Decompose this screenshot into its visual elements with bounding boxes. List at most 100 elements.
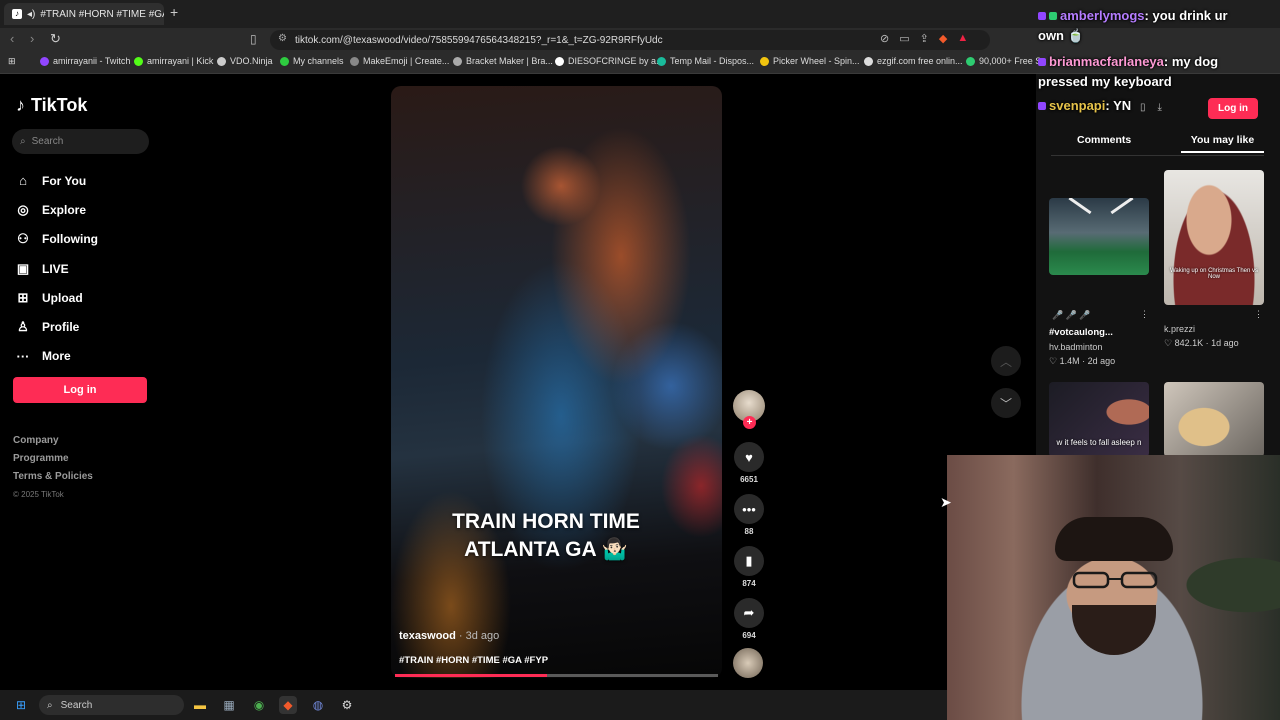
like-count: 6651: [740, 475, 758, 484]
share-icon[interactable]: ⇪: [920, 32, 929, 45]
sidebar-item-for-you[interactable]: ⌂ For You: [16, 166, 98, 195]
windows-start-icon[interactable]: ⊞: [12, 696, 30, 714]
video-hashtags[interactable]: #TRAIN #HORN #TIME #GA #FYP: [399, 655, 548, 666]
card-more-icon[interactable]: ⋮: [1140, 309, 1149, 320]
search-input[interactable]: ⌕ Search: [12, 129, 149, 154]
bookmark-item[interactable]: 90,000+ Free So: [966, 56, 1046, 66]
bookmark-item[interactable]: My channels: [280, 56, 344, 66]
cast-icon[interactable]: ▭: [899, 32, 909, 45]
upload-icon: ⊞: [17, 289, 29, 305]
creator-avatar[interactable]: +: [733, 390, 765, 429]
footer-link-company[interactable]: Company: [13, 432, 93, 450]
header-login-button[interactable]: Log in: [1208, 98, 1258, 119]
browser-tab[interactable]: ♪ ◂) #TRAIN #HORN #TIME #GA ✕: [4, 3, 164, 25]
chat-message: pressed my keyboard: [1038, 72, 1172, 92]
brave-icon[interactable]: ◆: [279, 696, 297, 714]
video-author[interactable]: texaswood · 3d ago: [399, 630, 499, 642]
previous-video-button[interactable]: ︿: [991, 346, 1021, 376]
bookmark-item[interactable]: DIESOFCRINGE by a...: [555, 56, 664, 66]
bookmark-item[interactable]: VDO.Ninja: [217, 56, 273, 66]
bookmark-item[interactable]: amirrayanii - Twitch: [40, 56, 130, 66]
footer-copyright: © 2025 TikTok: [13, 490, 64, 499]
taskbar-search-label: Search: [60, 699, 93, 711]
screen: ♪ ◂) #TRAIN #HORN #TIME #GA ✕ + ‹ › ↻ ▯ …: [0, 0, 1280, 720]
card-author[interactable]: k.prezzi: [1164, 324, 1195, 334]
sidebar-item-upload[interactable]: ⊞ Upload: [16, 283, 98, 312]
profile-icon: ♙: [17, 319, 29, 335]
forward-icon[interactable]: ›: [30, 31, 34, 46]
bookmark-item[interactable]: Picker Wheel - Spin...: [760, 56, 860, 66]
sidebar-item-explore[interactable]: ◎ Explore: [16, 195, 98, 224]
tiktok-logo[interactable]: ♪ TikTok: [16, 95, 87, 116]
apps-grid-icon[interactable]: ⊞: [8, 56, 16, 67]
reload-icon[interactable]: ↻: [50, 31, 61, 47]
new-tab-icon[interactable]: +: [170, 4, 178, 20]
comment-action[interactable]: ••• 88: [733, 494, 765, 536]
recommended-thumbnail[interactable]: [1049, 198, 1149, 275]
discord-icon[interactable]: ◍: [309, 696, 327, 714]
video-player[interactable]: TRAIN HORN TIME ATLANTA GA 🤷🏻‍♂️ texaswo…: [391, 86, 722, 678]
person-follow-icon: ⚇: [17, 231, 29, 247]
footer-link-terms[interactable]: Terms & Policies: [13, 468, 93, 486]
next-video-button[interactable]: ﹀: [991, 388, 1021, 418]
like-action[interactable]: ♥ 6651: [733, 442, 765, 484]
card-author[interactable]: hv.badminton: [1049, 342, 1102, 352]
site-info-icon[interactable]: ⚙: [278, 33, 287, 44]
bookmark-favicon-icon: [760, 56, 769, 66]
no-tracking-icon[interactable]: ⊘: [880, 32, 889, 45]
search-icon: ⌕: [20, 136, 26, 147]
tab-comments[interactable]: Comments: [1077, 134, 1131, 146]
recommended-thumbnail[interactable]: Waking up on Christmas Then vs Now: [1164, 170, 1264, 305]
chrome-icon[interactable]: ◉: [250, 696, 268, 714]
settings-app-icon[interactable]: ⚙: [338, 696, 356, 714]
bookmark-item[interactable]: MakeEmoji | Create...: [350, 56, 449, 66]
webcam-glasses: [1072, 571, 1158, 589]
bookmark-icon[interactable]: ▮: [734, 546, 764, 576]
share-action[interactable]: ➦ 694: [733, 598, 765, 640]
follow-plus-icon[interactable]: +: [743, 416, 756, 429]
bookmark-item[interactable]: ezgif.com free onlin...: [864, 56, 963, 66]
bookmark-label: amirrayani | Kick: [147, 56, 214, 66]
recommended-thumbnail[interactable]: [1164, 382, 1264, 457]
card-more-icon[interactable]: ⋮: [1254, 309, 1263, 320]
sidebar-item-label: LIVE: [42, 261, 69, 276]
bookmark-favicon-icon: [134, 56, 143, 66]
bookmark-item[interactable]: Bracket Maker | Bra...: [453, 56, 553, 66]
share-arrow-icon[interactable]: ➦: [734, 598, 764, 628]
brave-shield-icon[interactable]: ◆: [939, 32, 947, 45]
sidebar-item-following[interactable]: ⚇ Following: [16, 225, 98, 254]
bookmark-item[interactable]: amirrayani | Kick: [134, 56, 213, 66]
download-icon[interactable]: ⤓: [1158, 102, 1162, 113]
tab-title: #TRAIN #HORN #TIME #GA: [40, 8, 164, 20]
login-button[interactable]: Log in: [13, 377, 147, 403]
brave-rewards-icon[interactable]: ▲: [957, 32, 968, 45]
more-icon: ···: [16, 348, 30, 364]
sidebar-nav: ⌂ For You ◎ Explore ⚇ Following ▣ LIVE ⊞ Uplo…: [16, 166, 99, 371]
calculator-icon[interactable]: ▦: [220, 696, 238, 714]
bookmark-item[interactable]: Temp Mail - Dispos...: [657, 56, 754, 66]
tab-audio-icon[interactable]: ◂): [27, 9, 35, 20]
phone-icon[interactable]: ▯: [1140, 102, 1146, 113]
tab-you-may-like[interactable]: You may like: [1181, 134, 1264, 153]
recommended-thumbnail[interactable]: w it feels to fall asleep n: [1049, 382, 1149, 457]
sidebar-item-live[interactable]: ▣ LIVE: [16, 254, 98, 283]
bookmark-label: 90,000+ Free So: [979, 56, 1047, 66]
sidebar-item-label: Explore: [42, 202, 87, 217]
chat-text: : you drink ur: [1144, 8, 1228, 23]
file-explorer-icon[interactable]: ▬: [191, 696, 209, 714]
bookmark-favicon-icon: [555, 56, 564, 66]
sidebar-item-profile[interactable]: ♙ Profile: [16, 312, 98, 341]
video-progress-bar[interactable]: [395, 674, 718, 677]
taskbar-search[interactable]: ⌕ Search: [39, 695, 184, 715]
heart-icon[interactable]: ♥: [734, 442, 764, 472]
comment-icon[interactable]: •••: [734, 494, 764, 524]
home-icon: ⌂: [19, 173, 27, 189]
sidebar-item-more[interactable]: ··· More: [16, 342, 98, 371]
bookmark-icon[interactable]: ▯: [250, 32, 257, 46]
music-disc[interactable]: [733, 648, 763, 678]
overlay-line: ATLANTA GA 🤷🏻‍♂️: [464, 538, 628, 561]
footer-link-programme[interactable]: Programme: [13, 450, 93, 468]
back-icon[interactable]: ‹: [10, 31, 14, 46]
save-action[interactable]: ▮ 874: [733, 546, 765, 588]
card-title[interactable]: #votcaulong...: [1049, 327, 1113, 338]
